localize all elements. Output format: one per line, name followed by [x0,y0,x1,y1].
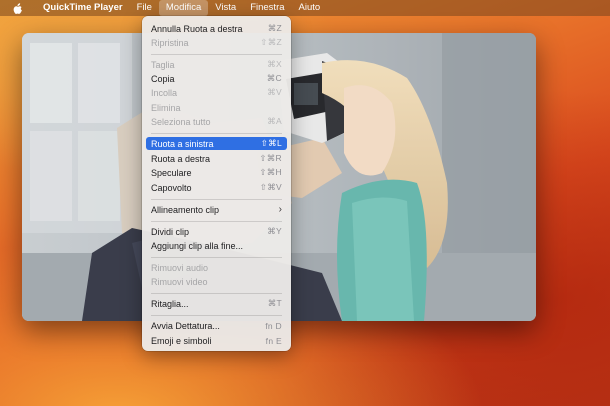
menu-item-label: Elimina [151,102,181,113]
chevron-right-icon: › [278,204,282,215]
menu-item-flip-horizontal[interactable]: Speculare ⇧⌘H [146,166,287,179]
modifica-dropdown-menu: Annulla Ruota a destra ⌘Z Ripristina ⇧⌘Z… [142,16,291,351]
menu-item-label: Emoji e simboli [151,335,212,346]
menu-separator [151,221,282,222]
menu-item-label: Capovolto [151,182,192,193]
menu-aiuto[interactable]: Aiuto [292,0,328,16]
menu-item-delete: Elimina [146,101,287,114]
menu-item-trim[interactable]: Ritaglia... ⌘T [146,297,287,310]
menu-separator [151,133,282,134]
shortcut-label: ⌘Y [267,226,282,236]
menu-item-label: Avvia Dettatura... [151,320,220,331]
menu-item-label: Ripristina [151,37,189,48]
menu-item-undo[interactable]: Annulla Ruota a destra ⌘Z [146,22,287,35]
menu-item-label: Allineamento clip [151,204,220,215]
menu-item-start-dictation[interactable]: Avvia Dettatura... fn D [146,319,287,332]
shortcut-label: ⌘Z [267,23,282,33]
menu-item-paste: Incolla ⌘V [146,86,287,99]
shortcut-label: fn E [265,335,282,346]
menu-item-label: Ruota a sinistra [151,138,214,149]
menu-item-label: Speculare [151,167,192,178]
shortcut-label: ⌘T [267,298,282,308]
menu-item-remove-video: Rimuovi video [146,275,287,288]
menu-separator [151,199,282,200]
menu-item-rotate-right[interactable]: Ruota a destra ⇧⌘R [146,152,287,165]
menu-item-label: Aggiungi clip alla fine... [151,240,244,251]
menu-item-label: Incolla [151,87,178,98]
shortcut-label: ⌘C [266,73,282,83]
menu-separator [151,293,282,294]
shortcut-label: ⇧⌘V [259,182,282,192]
menu-item-split-clip[interactable]: Dividi clip ⌘Y [146,225,287,238]
menu-item-label: Seleziona tutto [151,116,211,127]
menu-bar: QuickTime Player File Modifica Vista Fin… [0,0,610,16]
menu-modifica[interactable]: Modifica [158,0,209,16]
shortcut-label: ⇧⌘Z [260,37,282,47]
shortcut-label: fn D [265,320,282,331]
apple-logo-icon[interactable] [12,2,24,14]
menu-separator [151,315,282,316]
menu-item-label: Copia [151,73,175,84]
shortcut-label: ⌘A [267,116,282,126]
menu-item-flip-vertical[interactable]: Capovolto ⇧⌘V [146,181,287,194]
menu-item-select-all: Seleziona tutto ⌘A [146,115,287,128]
shortcut-label: ⇧⌘L [260,138,282,148]
app-menu[interactable]: QuickTime Player [36,0,130,16]
menu-item-copy[interactable]: Copia ⌘C [146,72,287,85]
menu-item-label: Rimuovi video [151,276,208,287]
shortcut-label: ⇧⌘R [259,153,282,163]
menu-separator [151,54,282,55]
shortcut-label: ⇧⌘H [259,167,282,177]
menu-finestra[interactable]: Finestra [243,0,291,16]
menu-item-clip-alignment[interactable]: Allineamento clip › [146,203,287,216]
menu-item-label: Ritaglia... [151,298,189,309]
menu-item-rotate-left[interactable]: Ruota a sinistra ⇧⌘L [146,137,287,150]
shortcut-label: ⌘V [267,87,282,97]
menu-item-label: Ruota a destra [151,153,211,164]
menu-item-label: Taglia [151,59,175,70]
menu-item-label: Dividi clip [151,226,190,237]
menu-item-label: Rimuovi audio [151,262,209,273]
shortcut-label: ⌘X [267,59,282,69]
menu-vista[interactable]: Vista [208,0,243,16]
menu-item-cut: Taglia ⌘X [146,58,287,71]
menu-item-add-clip-to-end[interactable]: Aggiungi clip alla fine... [146,239,287,252]
menu-item-emoji-symbols[interactable]: Emoji e simboli fn E [146,334,287,347]
menu-file[interactable]: File [130,0,159,16]
menu-item-redo: Ripristina ⇧⌘Z [146,36,287,49]
menu-separator [151,257,282,258]
menu-item-remove-audio: Rimuovi audio [146,261,287,274]
menu-item-label: Annulla Ruota a destra [151,23,243,34]
